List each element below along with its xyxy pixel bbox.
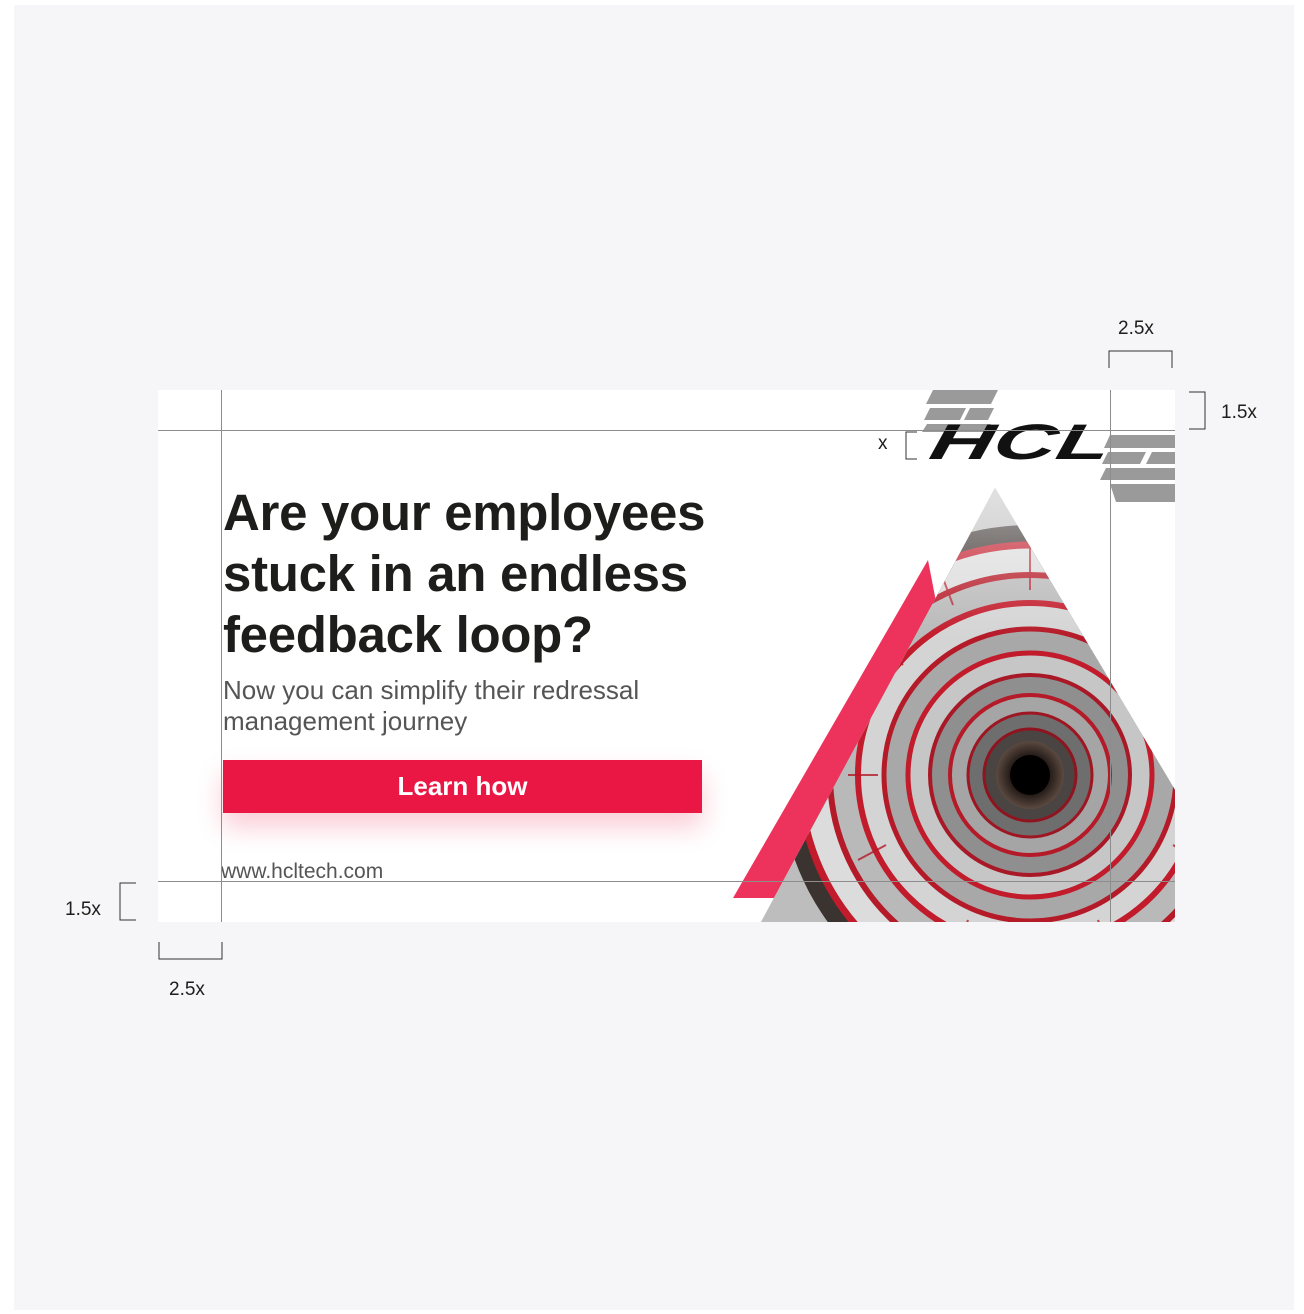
subheadline-line: management journey <box>223 706 468 736</box>
dimension-bracket <box>119 882 136 921</box>
dimension-bracket <box>905 431 917 460</box>
dimension-label: 1.5x <box>1221 402 1257 423</box>
subheadline-line: Now you can simplify their redressal <box>223 675 640 705</box>
dimension-bracket <box>1189 391 1206 430</box>
banner-ad: HCL Are your employees stuck in an endle… <box>158 390 1175 922</box>
headline-line: Are your employees <box>223 484 706 541</box>
headline: Are your employees stuck in an endless f… <box>223 482 705 665</box>
dimension-label: 2.5x <box>1118 318 1154 339</box>
dimension-label: 2.5x <box>169 979 205 1000</box>
dimension-bracket <box>1108 350 1173 368</box>
subheadline: Now you can simplify their redressal man… <box>223 675 639 737</box>
learn-how-button[interactable]: Learn how <box>223 760 702 813</box>
headline-line: feedback loop? <box>223 606 593 663</box>
headline-line: stuck in an endless <box>223 545 688 602</box>
logo-mark-right <box>1100 435 1175 502</box>
guide-line-right <box>1110 390 1111 922</box>
guide-line-left <box>221 390 222 922</box>
dimension-label: 1.5x <box>65 899 101 920</box>
dimension-bracket <box>158 942 223 960</box>
dimension-label: x <box>878 433 888 454</box>
guide-line-top <box>158 430 1175 431</box>
guide-line-bottom <box>158 881 1175 882</box>
hcl-logo-text: HCL <box>925 414 1117 470</box>
